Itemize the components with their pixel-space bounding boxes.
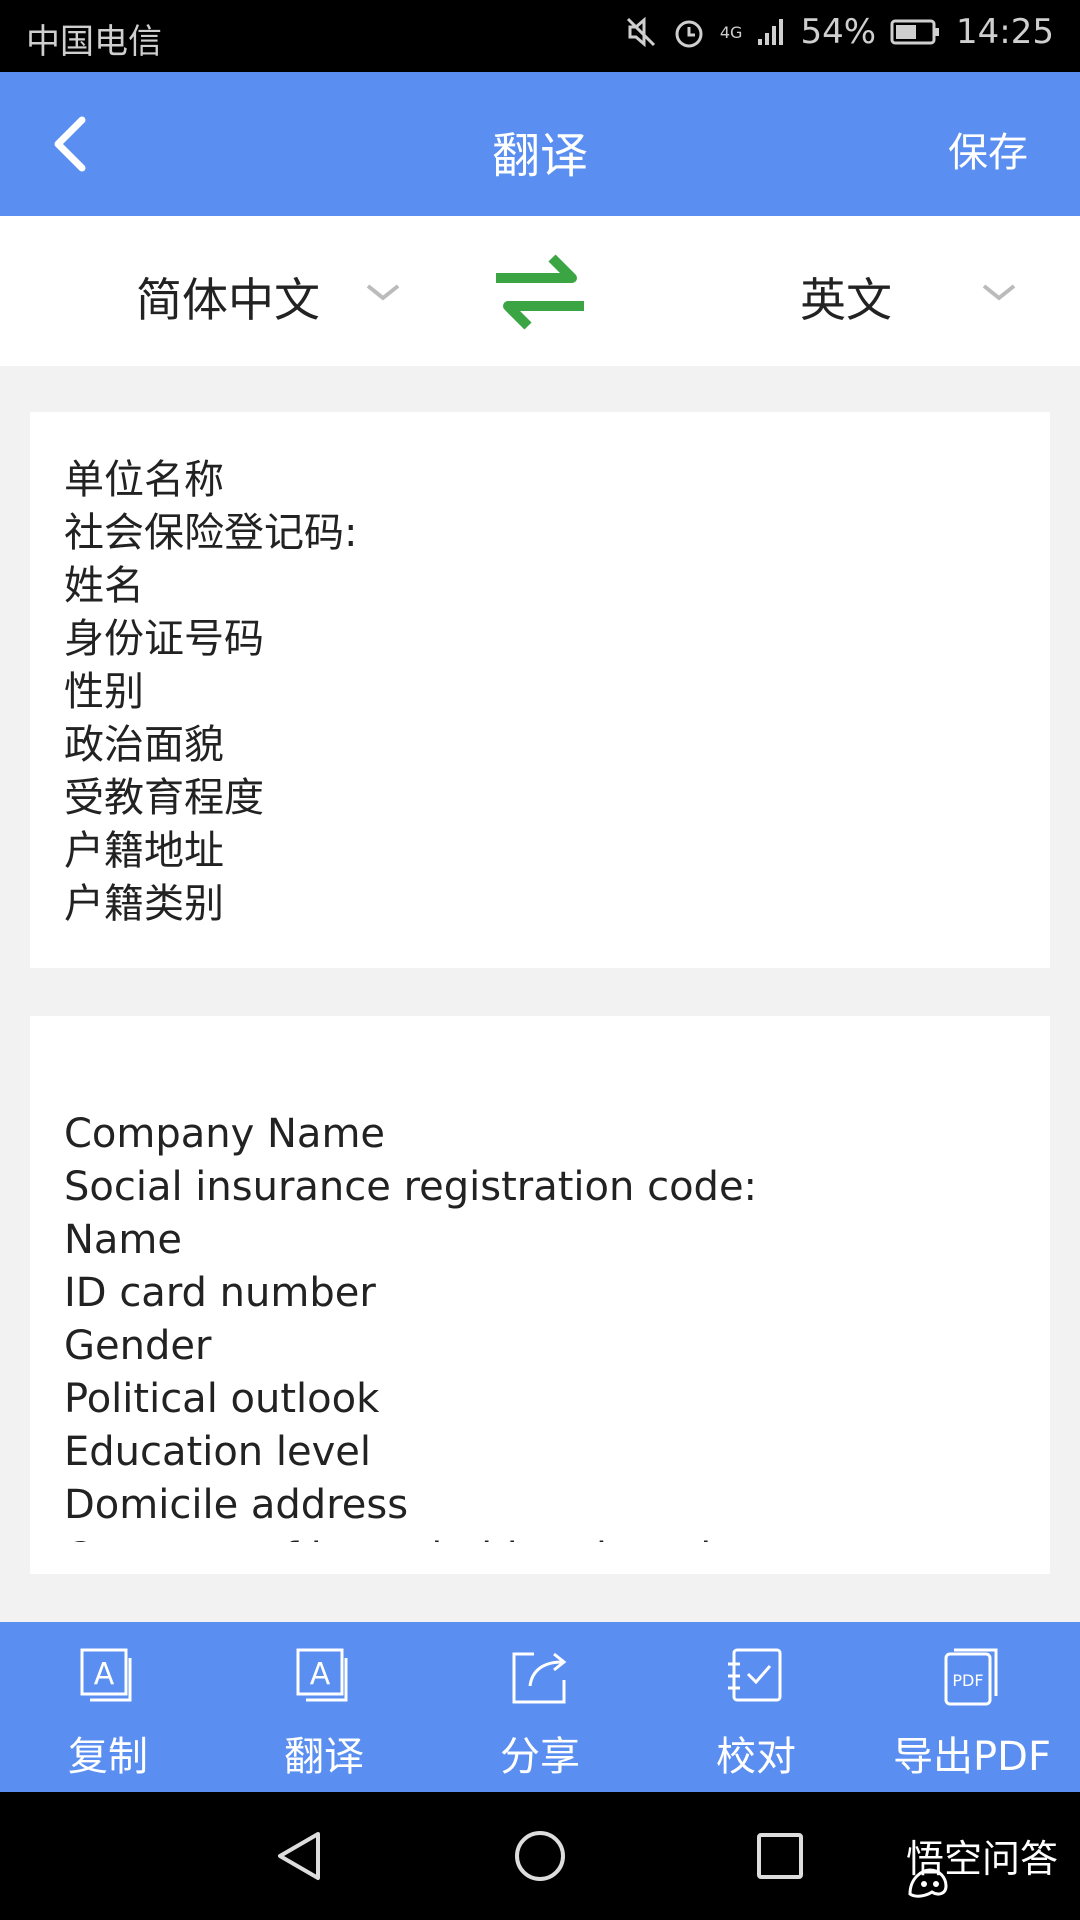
wukong-logo-icon	[908, 1868, 948, 1898]
translated-scroll-area[interactable]: Company Name Social insurance registrati…	[30, 1016, 1050, 1542]
translated-line: Education level	[64, 1429, 371, 1475]
source-line: 受教育程度	[64, 775, 264, 821]
source-line: 政治面貌	[64, 722, 224, 768]
language-bar: 简体中文 英文	[0, 216, 1080, 366]
translated-line: Gender	[64, 1323, 212, 1369]
system-nav-bar: 悟空问答	[0, 1792, 1080, 1920]
clock: 14:25	[956, 12, 1054, 52]
translate-icon: A	[296, 1648, 348, 1702]
nav-back-icon[interactable]	[272, 1828, 328, 1884]
chevron-down-icon[interactable]	[364, 280, 402, 304]
export-pdf-label: 导出PDF	[893, 1734, 1051, 1780]
source-line: 单位名称	[64, 457, 224, 503]
battery-icon	[890, 19, 940, 45]
status-bar: 中国电信 4G 54% 14:25	[0, 0, 1080, 72]
translated-line: Social insurance registration code:	[64, 1164, 758, 1210]
source-line: 姓名	[64, 563, 144, 609]
copy-icon: A	[80, 1648, 132, 1702]
proofread-label: 校对	[716, 1734, 796, 1780]
signal-icon	[758, 19, 784, 45]
nav-home-icon[interactable]	[512, 1828, 568, 1884]
translated-line: Category of household registration	[64, 1532, 761, 1542]
app-header: 翻译 保存	[0, 72, 1080, 216]
bottom-toolbar: A 复制 A 翻译 分享 校对 PDF 导出PDF	[0, 1622, 1080, 1792]
source-line: 户籍类别	[64, 881, 224, 927]
source-text-panel[interactable]: 单位名称 社会保险登记码: 姓名 身份证号码 性别 政治面貌 受教育程度 户籍地…	[30, 412, 1050, 968]
watermark: 悟空问答	[906, 1828, 1058, 1898]
source-language-selector[interactable]: 简体中文	[136, 264, 320, 330]
translated-text: Company Name Social insurance registrati…	[64, 1108, 761, 1542]
proofread-button[interactable]: 校对	[648, 1622, 864, 1792]
translated-text-panel[interactable]: Company Name Social insurance registrati…	[30, 1016, 1050, 1574]
status-icons: 4G 54% 14:25	[624, 12, 1054, 52]
chevron-down-icon[interactable]	[980, 280, 1018, 304]
share-icon	[512, 1652, 567, 1704]
svg-text:PDF: PDF	[952, 1671, 983, 1690]
translated-line: Name	[64, 1217, 183, 1263]
proofread-icon	[728, 1648, 782, 1702]
copy-label: 复制	[68, 1734, 148, 1780]
share-label: 分享	[500, 1734, 580, 1780]
export-pdf-button[interactable]: PDF 导出PDF	[864, 1622, 1080, 1792]
source-text[interactable]: 单位名称 社会保险登记码: 姓名 身份证号码 性别 政治面貌 受教育程度 户籍地…	[64, 454, 357, 931]
share-button[interactable]: 分享	[432, 1622, 648, 1792]
save-button[interactable]: 保存	[948, 120, 1028, 178]
source-line: 户籍地址	[64, 828, 224, 874]
translate-label: 翻译	[284, 1734, 364, 1780]
svg-text:A: A	[310, 1657, 331, 1692]
translated-line: ID card number	[64, 1270, 376, 1316]
nav-recents-icon[interactable]	[752, 1828, 808, 1884]
battery-percent: 54%	[800, 12, 877, 52]
export-pdf-icon: PDF	[944, 1648, 998, 1706]
translated-line: Political outlook	[64, 1376, 380, 1422]
carrier-label: 中国电信	[26, 22, 162, 62]
source-line: 身份证号码	[64, 616, 264, 662]
translated-line: Company Name	[64, 1111, 386, 1157]
translate-button[interactable]: A 翻译	[216, 1622, 432, 1792]
translated-line: Domicile address	[64, 1482, 409, 1528]
source-line: 性别	[64, 669, 144, 715]
network-type: 4G	[719, 22, 743, 42]
page-title: 翻译	[491, 128, 588, 184]
swap-languages-icon[interactable]	[490, 254, 590, 330]
mute-icon	[626, 16, 655, 48]
copy-button[interactable]: A 复制	[0, 1622, 216, 1792]
alarm-icon	[675, 20, 703, 48]
target-language-selector[interactable]: 英文	[800, 264, 892, 330]
source-line: 社会保险登记码:	[64, 510, 358, 556]
svg-text:A: A	[94, 1657, 115, 1692]
